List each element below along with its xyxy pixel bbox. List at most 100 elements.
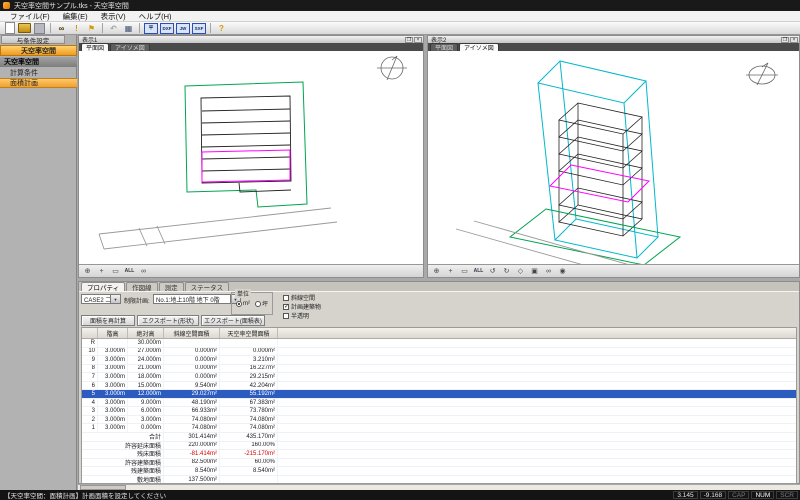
view-tab[interactable]: 平面図 — [81, 43, 109, 51]
summary-value: 301.414m² — [164, 433, 220, 441]
summary-row[interactable]: 敷地面積137.500m² — [82, 476, 796, 484]
table-row[interactable]: 23.000m3.000m74.080m²74.080m² — [82, 416, 796, 425]
close-icon[interactable]: × — [790, 37, 798, 43]
unit-radio[interactable]: m² — [236, 299, 250, 308]
checkbox-icon[interactable] — [283, 295, 289, 301]
bottom-tab[interactable]: 測定 — [159, 282, 184, 291]
zoom-window-icon[interactable]: ▭ — [109, 266, 122, 276]
table-row[interactable]: 33.000m6.000m66.933m²73.780m² — [82, 407, 796, 416]
zoom-all-button[interactable]: ALL — [472, 266, 485, 276]
pan-icon[interactable]: + — [95, 266, 108, 276]
rotate-right-icon[interactable]: ↻ — [500, 266, 513, 276]
pan-icon[interactable]: + — [444, 266, 457, 276]
view-tab[interactable]: 平面図 — [430, 43, 458, 51]
export-area-table-button[interactable]: エクスポート(面積表) — [201, 315, 265, 326]
iso-canvas[interactable] — [428, 51, 799, 265]
export-dxf-button[interactable]: DXF — [160, 23, 174, 34]
table-cell: 67.383m² — [220, 399, 278, 407]
table-cell: 3.000m — [98, 356, 128, 364]
iso-view-icon[interactable]: ◇ — [514, 266, 527, 276]
summary-row[interactable]: 合計301.414m²435.170m² — [82, 433, 796, 442]
table-cell: 3.000m — [98, 407, 128, 415]
sidebar-tab-conditions[interactable]: 与条件設定 — [1, 35, 65, 44]
plan-view-icon[interactable]: ▣ — [528, 266, 541, 276]
export-shape-button[interactable]: エクスポート(形状) — [137, 315, 199, 326]
table-cell-filler — [278, 424, 796, 432]
zoom-all-button[interactable]: ALL — [123, 266, 136, 276]
site-boundary — [185, 82, 307, 207]
radio-dot-icon[interactable] — [236, 301, 242, 307]
display-checkbox-2[interactable]: ✓計画建築物 — [283, 302, 321, 311]
table-cell: 3.000m — [98, 416, 128, 424]
view-tab[interactable]: アイソメ図 — [110, 43, 150, 51]
chevron-down-icon[interactable]: ▼ — [110, 295, 120, 303]
mode-button-tenkuritsu[interactable]: 天空率空間 — [0, 45, 77, 56]
export-jw-button[interactable]: JW — [176, 23, 190, 34]
zoom-window-icon[interactable]: ▭ — [458, 266, 471, 276]
menu-item[interactable]: 表示(V) — [101, 11, 126, 22]
flag-icon[interactable]: ⚑ — [85, 23, 98, 34]
display-options-icon[interactable]: ∞ — [542, 266, 555, 276]
view1-tab-bar: 平面図アイソメ図 — [79, 43, 423, 51]
open-file-icon[interactable] — [18, 23, 31, 34]
menu-item[interactable]: 編集(E) — [63, 11, 88, 22]
summary-row[interactable]: 許容建築面積82.500m²60.00% — [82, 459, 796, 468]
restore-icon[interactable]: ❐ — [781, 37, 789, 43]
display-checkbox-1[interactable]: 斜線空間 — [283, 293, 315, 302]
table-row[interactable]: 63.000m15.000m9.540m²42.204m² — [82, 382, 796, 391]
column-header: 斜線空間面積 — [164, 328, 220, 338]
bottom-tab[interactable]: ステータス — [185, 282, 230, 291]
table-cell: 8 — [82, 365, 98, 373]
table-cell: 6 — [82, 382, 98, 390]
recalc-area-button[interactable]: 面積を再計算 — [81, 315, 135, 326]
radio-dot-icon[interactable] — [255, 301, 261, 307]
sidebar-item-2[interactable]: 面積計画 — [0, 78, 77, 88]
menu-item[interactable]: ヘルプ(H) — [139, 11, 172, 22]
plan-select[interactable]: No.1:地上10階 地下 0階 ▼ — [153, 294, 241, 304]
toolbar-separator — [50, 23, 51, 33]
table-row[interactable]: 83.000m21.000m0.000m²16.227m² — [82, 365, 796, 374]
pin-icon[interactable]: ! — [70, 23, 83, 34]
close-icon[interactable]: × — [414, 37, 422, 43]
plan-canvas[interactable] — [79, 51, 423, 265]
export-plan-button[interactable]: 平 — [144, 23, 158, 34]
unit-radio[interactable]: 坪 — [255, 299, 268, 308]
plan-area-highlight — [550, 165, 649, 202]
table-row[interactable]: 73.000m18.000m0.000m²29.215m² — [82, 373, 796, 382]
table-cell-filler — [278, 365, 796, 373]
zoom-in-icon[interactable]: ⊕ — [81, 266, 94, 276]
table-row[interactable]: 53.000m12.000m29.027m²55.192m² — [82, 390, 796, 399]
render-icon[interactable]: ◉ — [556, 266, 569, 276]
restore-icon[interactable]: ❐ — [405, 37, 413, 43]
help-icon[interactable]: ? — [215, 23, 228, 34]
rotate-left-icon[interactable]: ↺ — [486, 266, 499, 276]
sidebar-item-1[interactable]: 計算条件 — [0, 68, 77, 78]
checkbox-icon[interactable] — [283, 313, 289, 319]
new-file-icon[interactable] — [3, 23, 16, 34]
menu-item[interactable]: ファイル(F) — [10, 11, 50, 22]
checkbox-icon[interactable]: ✓ — [283, 304, 289, 310]
summary-row[interactable]: 残建築面積8.540m²8.540m² — [82, 467, 796, 476]
table-cell-filler — [278, 339, 796, 347]
summary-row[interactable]: 残床面積-81.414m²-215.170m² — [82, 450, 796, 459]
view-tab[interactable]: アイソメ図 — [459, 43, 499, 51]
case-select[interactable]: CASE2 二方道路 ▼ — [81, 294, 121, 304]
summary-value: 220.000m² — [164, 442, 220, 450]
summary-row[interactable]: 許容延床面積220.000m²160.00% — [82, 442, 796, 451]
undo-icon[interactable]: ↶ — [107, 23, 120, 34]
table-row[interactable]: 13.000m0.000m74.080m²74.080m² — [82, 424, 796, 433]
display-options-icon[interactable]: ∞ — [137, 266, 150, 276]
bottom-tab[interactable]: プロパティ — [81, 282, 125, 291]
zoom-in-icon[interactable]: ⊕ — [430, 266, 443, 276]
display-checkbox-3[interactable]: 半透明 — [283, 311, 309, 320]
bottom-tab[interactable]: 作図線 — [126, 282, 158, 291]
table-row[interactable]: 43.000m9.000m48.190m²67.383m² — [82, 399, 796, 408]
table-row[interactable]: R30.000m — [82, 339, 796, 348]
table-row[interactable]: 103.000m27.000m0.000m²0.000m² — [82, 348, 796, 357]
export-sxf-button[interactable]: SXF — [192, 23, 206, 34]
tile-windows-icon[interactable]: ▦ — [122, 23, 135, 34]
view2-tab-bar: 平面図アイソメ図 — [428, 43, 799, 51]
table-row[interactable]: 93.000m24.000m0.000m²3.210m² — [82, 356, 796, 365]
find-icon[interactable]: ∞ — [55, 23, 68, 34]
save-file-icon[interactable] — [33, 23, 46, 34]
